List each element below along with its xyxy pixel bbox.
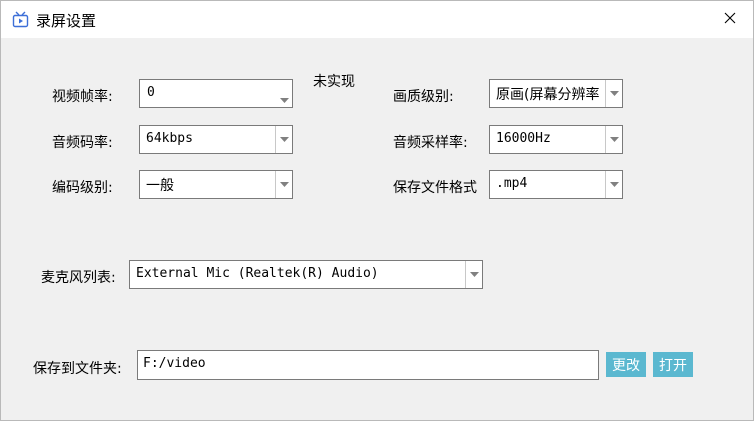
save-folder-input[interactable]: F:/video: [137, 350, 599, 380]
open-folder-button[interactable]: 打开: [653, 352, 693, 377]
audio-bitrate-select[interactable]: 64kbps: [139, 125, 293, 154]
mic-label: 麦克风列表:: [41, 270, 116, 286]
fps-value: 0: [147, 85, 155, 100]
mic-value: External Mic (Realtek(R) Audio): [136, 266, 379, 281]
chevron-down-icon[interactable]: [275, 171, 292, 198]
mic-select[interactable]: External Mic (Realtek(R) Audio): [129, 260, 483, 289]
chevron-down-icon[interactable]: [275, 126, 292, 153]
close-icon: [724, 12, 736, 28]
tv-icon: [12, 11, 29, 28]
save-folder-value: F:/video: [143, 356, 206, 371]
encode-level-value: 一般: [146, 178, 174, 194]
sample-rate-label: 音频采样率:: [393, 135, 468, 151]
quality-label: 画质级别:: [393, 89, 454, 105]
file-format-value: .mp4: [496, 176, 528, 191]
title-bar: 录屏设置: [1, 1, 753, 38]
window-title: 录屏设置: [36, 12, 97, 30]
file-format-select[interactable]: .mp4: [489, 170, 623, 199]
chevron-down-icon[interactable]: [605, 171, 622, 198]
fps-spinbox[interactable]: 0: [139, 79, 293, 108]
close-button[interactable]: [707, 1, 753, 38]
audio-bitrate-value: 64kbps: [146, 131, 193, 146]
settings-window: 录屏设置 视频帧率: 0 未实现 画质级别: 原画(屏幕分辨率 音频码率: 64…: [0, 0, 754, 421]
change-folder-button[interactable]: 更改: [606, 352, 646, 377]
quality-value: 原画(屏幕分辨率: [496, 87, 600, 103]
chevron-down-icon[interactable]: [605, 80, 622, 107]
chevron-down-icon[interactable]: [278, 95, 290, 105]
sample-rate-value: 16000Hz: [496, 131, 551, 146]
encode-level-select[interactable]: 一般: [139, 170, 293, 199]
file-format-label: 保存文件格式: [393, 180, 477, 196]
chevron-down-icon[interactable]: [465, 261, 482, 288]
save-folder-label: 保存到文件夹:: [33, 361, 122, 377]
audio-bitrate-label: 音频码率:: [52, 135, 113, 151]
fps-label: 视频帧率:: [52, 89, 113, 105]
chevron-down-icon[interactable]: [605, 126, 622, 153]
fps-not-implemented-note: 未实现: [313, 74, 355, 90]
quality-select[interactable]: 原画(屏幕分辨率: [489, 79, 623, 108]
sample-rate-select[interactable]: 16000Hz: [489, 125, 623, 154]
encode-level-label: 编码级别:: [52, 180, 113, 196]
